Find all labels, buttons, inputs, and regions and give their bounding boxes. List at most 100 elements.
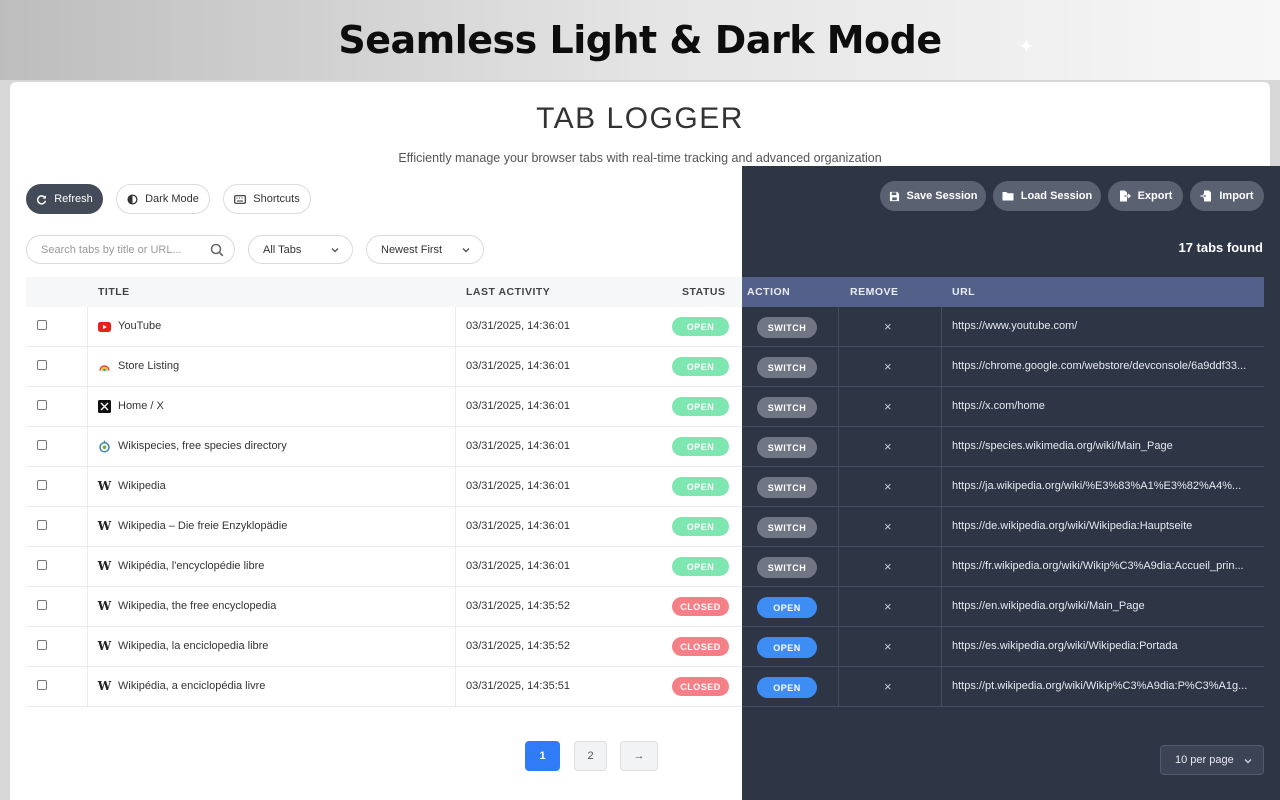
sort-value: Newest First xyxy=(381,243,443,256)
search-input[interactable]: Search tabs by title or URL... xyxy=(26,235,235,264)
switch-tab-button[interactable]: SWITCH xyxy=(757,557,817,578)
remove-icon[interactable]: × xyxy=(884,639,892,654)
open-tab-button[interactable]: OPEN xyxy=(757,637,817,658)
tab-title[interactable]: Home / X xyxy=(118,400,164,412)
remove-icon[interactable]: × xyxy=(884,599,892,614)
row-checkbox[interactable] xyxy=(37,400,47,410)
per-page-select[interactable]: 10 per page xyxy=(1160,745,1264,775)
switch-tab-button[interactable]: SWITCH xyxy=(757,437,817,458)
tab-url[interactable]: https://chrome.google.com/webstore/devco… xyxy=(952,360,1252,372)
export-icon xyxy=(1119,190,1131,202)
chevron-down-icon xyxy=(331,248,339,253)
tab-title[interactable]: Store Listing xyxy=(118,360,179,372)
row-checkbox[interactable] xyxy=(37,680,47,690)
row-checkbox[interactable] xyxy=(37,600,47,610)
row-checkbox[interactable] xyxy=(37,440,47,450)
remove-icon[interactable]: × xyxy=(884,399,892,414)
switch-tab-button[interactable]: SWITCH xyxy=(757,397,817,418)
table-row: Wikispecies, free species directory 03/31… xyxy=(26,427,1264,467)
status-badge: CLOSED xyxy=(672,637,729,656)
tab-title[interactable]: Wikispecies, free species directory xyxy=(118,440,287,452)
import-icon xyxy=(1200,190,1212,202)
wikipedia-icon: W xyxy=(97,559,112,573)
youtube-icon xyxy=(98,320,111,333)
refresh-label: Refresh xyxy=(54,193,93,205)
tab-url[interactable]: https://ja.wikipedia.org/wiki/%E3%83%A1%… xyxy=(952,480,1252,492)
row-checkbox[interactable] xyxy=(37,360,47,370)
switch-tab-button[interactable]: SWITCH xyxy=(757,317,817,338)
search-placeholder: Search tabs by title or URL... xyxy=(41,243,182,256)
tab-title[interactable]: Wikipedia, la enciclopedia libre xyxy=(118,640,268,652)
tab-title[interactable]: Wikipedia, the free encyclopedia xyxy=(118,600,276,612)
tab-filter-value: All Tabs xyxy=(263,243,302,256)
wikipedia-icon: W xyxy=(97,679,112,693)
remove-icon[interactable]: × xyxy=(884,479,892,494)
tab-filter-select[interactable]: All Tabs xyxy=(248,235,353,264)
tab-title[interactable]: YouTube xyxy=(118,320,161,332)
row-checkbox[interactable] xyxy=(37,520,47,530)
tab-url[interactable]: https://en.wikipedia.org/wiki/Main_Page xyxy=(952,600,1252,612)
remove-icon[interactable]: × xyxy=(884,319,892,334)
open-tab-button[interactable]: OPEN xyxy=(757,677,817,698)
status-badge: OPEN xyxy=(672,317,729,336)
last-activity: 03/31/2025, 14:36:01 xyxy=(466,360,570,372)
switch-tab-button[interactable]: SWITCH xyxy=(757,357,817,378)
column-title[interactable]: TITLE xyxy=(98,286,130,298)
app-title: TAB LOGGER xyxy=(536,102,744,135)
remove-icon[interactable]: × xyxy=(884,439,892,454)
column-last-activity[interactable]: LAST ACTIVITY xyxy=(466,286,550,298)
dark-mode-button[interactable]: Dark Mode xyxy=(116,184,210,214)
last-activity: 03/31/2025, 14:36:01 xyxy=(466,440,570,452)
table-row: W Wikipedia – Die freie Enzyklopädie 03/31… xyxy=(26,507,1264,547)
tab-title[interactable]: Wikipédia, l'encyclopédie libre xyxy=(118,560,264,572)
next-page-button[interactable]: → xyxy=(620,741,658,771)
tab-url[interactable]: https://de.wikipedia.org/wiki/Wikipedia:… xyxy=(952,520,1252,532)
row-checkbox[interactable] xyxy=(37,320,47,330)
shortcuts-button[interactable]: Shortcuts xyxy=(223,184,311,214)
table-row: Home / X 03/31/2025, 14:36:01 OPEN SWITCH × h… xyxy=(26,387,1264,427)
save-session-button[interactable]: Save Session xyxy=(880,181,986,211)
last-activity: 03/31/2025, 14:36:01 xyxy=(466,400,570,412)
wikipedia-icon: W xyxy=(97,599,112,613)
table-row: W Wikipédia, l'encyclopédie libre 03/31/20… xyxy=(26,547,1264,587)
table-row: W Wikipédia, a enciclopédia livre 03/31/20… xyxy=(26,667,1264,707)
tab-url[interactable]: https://www.youtube.com/ xyxy=(952,320,1252,332)
refresh-icon xyxy=(37,194,47,205)
open-tab-button[interactable]: OPEN xyxy=(757,597,817,618)
page-2-button[interactable]: 2 xyxy=(574,741,607,771)
switch-tab-button[interactable]: SWITCH xyxy=(757,517,817,538)
last-activity: 03/31/2025, 14:35:51 xyxy=(466,680,570,692)
tab-title[interactable]: Wikipedia xyxy=(118,480,166,492)
last-activity: 03/31/2025, 14:36:01 xyxy=(466,520,570,532)
status-badge: OPEN xyxy=(672,477,729,496)
import-button[interactable]: Import xyxy=(1190,181,1264,211)
load-session-button[interactable]: Load Session xyxy=(993,181,1101,211)
remove-icon[interactable]: × xyxy=(884,679,892,694)
tab-title[interactable]: Wikipedia – Die freie Enzyklopädie xyxy=(118,520,287,532)
tab-url[interactable]: https://es.wikipedia.org/wiki/Wikipedia:… xyxy=(952,640,1252,652)
page-1-button[interactable]: 1 xyxy=(525,741,560,771)
sort-select[interactable]: Newest First xyxy=(366,235,484,264)
row-checkbox[interactable] xyxy=(37,640,47,650)
row-checkbox[interactable] xyxy=(37,480,47,490)
column-status[interactable]: STATUS xyxy=(682,286,725,298)
refresh-button[interactable]: Refresh xyxy=(26,184,103,214)
status-badge: OPEN xyxy=(672,437,729,456)
remove-icon[interactable]: × xyxy=(884,559,892,574)
chevron-down-icon xyxy=(462,248,470,253)
tab-url[interactable]: https://species.wikimedia.org/wiki/Main_… xyxy=(952,440,1252,452)
tab-url[interactable]: https://x.com/home xyxy=(952,400,1252,412)
export-button[interactable]: Export xyxy=(1108,181,1183,211)
table-row: Store Listing 03/31/2025, 14:36:01 OPEN SWI… xyxy=(26,347,1264,387)
tab-url[interactable]: https://pt.wikipedia.org/wiki/Wikip%C3%A… xyxy=(952,680,1252,692)
last-activity: 03/31/2025, 14:36:01 xyxy=(466,480,570,492)
remove-icon[interactable]: × xyxy=(884,519,892,534)
tab-title[interactable]: Wikipédia, a enciclopédia livre xyxy=(118,680,265,692)
remove-icon[interactable]: × xyxy=(884,359,892,374)
sparkle-icon: ✦ xyxy=(1018,36,1035,58)
last-activity: 03/31/2025, 14:35:52 xyxy=(466,600,570,612)
row-checkbox[interactable] xyxy=(37,560,47,570)
contrast-icon xyxy=(127,193,138,205)
tab-url[interactable]: https://fr.wikipedia.org/wiki/Wikip%C3%A… xyxy=(952,560,1252,572)
switch-tab-button[interactable]: SWITCH xyxy=(757,477,817,498)
